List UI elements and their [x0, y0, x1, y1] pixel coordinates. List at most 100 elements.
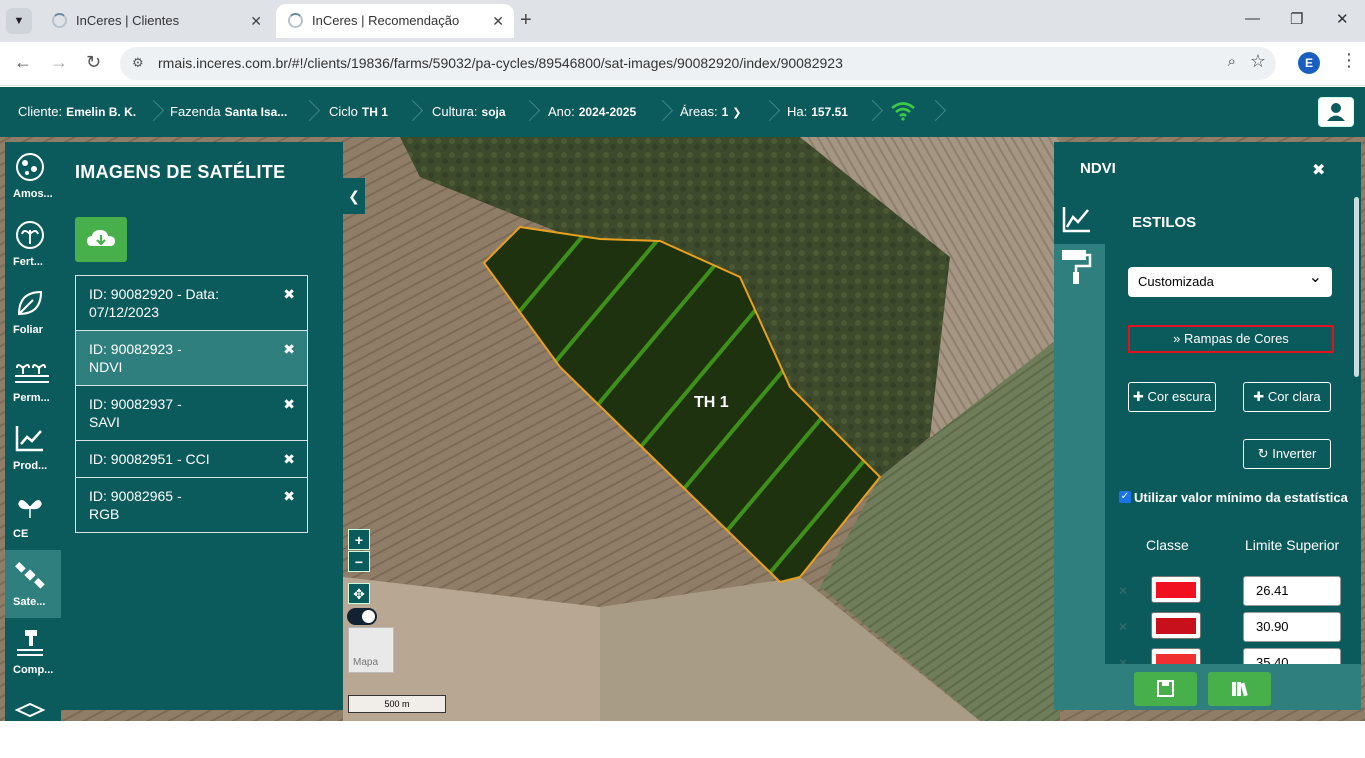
rail-item-foliar[interactable]: Foliar — [5, 278, 61, 346]
fazenda-value: Santa Isa... — [224, 105, 288, 119]
tab-recomendacao[interactable]: InCeres | Recomendação ✕ — [276, 4, 514, 38]
basemap-switcher[interactable]: Mapa — [348, 627, 394, 673]
remove-icon[interactable]: ✖ — [283, 340, 295, 358]
fazenda-label: Fazenda — [170, 104, 221, 119]
rail-item-perenes[interactable]: Perm... — [5, 346, 61, 414]
remove-class-icon[interactable]: ✕ — [1118, 584, 1128, 598]
cliente-label: Cliente: — [18, 104, 63, 119]
image-group-header[interactable]: ID: 90082920 - Data: 07/12/2023 ✖ — [75, 275, 308, 331]
tab-styles[interactable] — [1054, 244, 1105, 291]
browser-menu-icon[interactable]: ⋮ — [1340, 50, 1358, 71]
breadcrumb-separator — [928, 99, 940, 125]
ciclo-field[interactable]: Ciclo TH 1 — [329, 87, 388, 137]
areas-dropdown[interactable]: Áreas: 1 ❯ — [680, 87, 741, 138]
dark-color-button[interactable]: ✚ Cor escura — [1128, 382, 1216, 412]
url-text[interactable]: rmais.inceres.com.br/#!/clients/19836/fa… — [158, 47, 843, 80]
remove-icon[interactable]: ✖ — [283, 395, 295, 413]
satellite-images-panel: IMAGENS DE SATÉLITE ID: 90082920 - Data:… — [61, 142, 343, 710]
zoom-in-button[interactable]: + — [348, 529, 370, 550]
leaf-icon — [17, 290, 43, 316]
rail-item-fertilidade[interactable]: Fert... — [5, 210, 61, 278]
image-item-savi[interactable]: ID: 90082937 - SAVI ✖ — [75, 386, 308, 441]
panel-scrollbar[interactable] — [1354, 197, 1359, 377]
save-button[interactable] — [1134, 672, 1197, 706]
areas-value: 1 — [721, 105, 729, 119]
remove-icon[interactable]: ✖ — [283, 487, 295, 505]
back-arrow-icon[interactable]: ← — [14, 52, 32, 73]
image-item-cci[interactable]: ID: 90082951 - CCI ✖ — [75, 441, 308, 478]
books-icon — [1232, 682, 1248, 697]
light-color-label: Cor clara — [1267, 389, 1321, 404]
rail-label: Amos... — [13, 188, 53, 200]
library-button[interactable] — [1208, 672, 1271, 706]
invert-button[interactable]: ↻ Inverter — [1243, 439, 1331, 469]
minimize-icon[interactable]: — — [1245, 10, 1260, 27]
zoom-icon[interactable]: ⌕ — [1228, 53, 1236, 70]
url-input[interactable]: ⚙ rmais.inceres.com.br/#!/clients/19836/… — [120, 47, 1276, 80]
tab-clientes[interactable]: InCeres | Clientes ✕ — [40, 4, 272, 38]
areas-label: Áreas: — [680, 104, 718, 119]
tab-statistics[interactable] — [1054, 197, 1105, 244]
image-list: ID: 90082920 - Data: 07/12/2023 ✖ ID: 90… — [75, 275, 308, 533]
rail-item-amostras[interactable]: Amos... — [5, 142, 61, 210]
plus-icon: ✚ — [1132, 389, 1144, 404]
chevron-down-icon: ❯ — [732, 107, 742, 119]
rail-label: Comp... — [13, 664, 54, 676]
color-ramps-button[interactable]: » Rampas de Cores — [1128, 325, 1334, 353]
address-bar: ← → ↻ ⚙ rmais.inceres.com.br/#!/clients/… — [0, 42, 1365, 86]
style-select[interactable]: Customizada — [1128, 263, 1332, 297]
limit-input[interactable]: 30.90 — [1243, 612, 1341, 642]
dark-color-label: Cor escura — [1147, 389, 1212, 404]
rail-label: Perm... — [13, 392, 50, 404]
rail-item-satelite[interactable]: Sate... — [5, 550, 61, 618]
limit-input[interactable]: 35.40 — [1243, 648, 1341, 664]
ndvi-style-panel: NDVI ✖ ESTILOS Customizada » Rampas de C… — [1054, 142, 1361, 710]
reload-icon[interactable]: ↻ — [86, 52, 101, 73]
class-color-swatch[interactable] — [1151, 576, 1201, 603]
image-item-ndvi[interactable]: ID: 90082923 - NDVI ✖ — [75, 331, 308, 386]
rail-item-produtividade[interactable]: Prod... — [5, 414, 61, 482]
tab-search-dropdown[interactable]: ▼ — [6, 8, 32, 34]
module-rail: Amos... Fert... Foliar Perm... Prod... C… — [5, 142, 61, 721]
image-item-rgb[interactable]: ID: 90082965 - RGB ✖ — [75, 478, 308, 533]
profile-avatar[interactable]: E — [1298, 52, 1320, 74]
forward-arrow-icon[interactable]: → — [50, 52, 68, 73]
rail-item-layers[interactable] — [5, 690, 61, 758]
class-color-swatch[interactable] — [1151, 648, 1201, 664]
close-tab-icon[interactable]: ✕ — [492, 4, 504, 38]
pan-move-icon[interactable]: ✥ — [348, 583, 370, 604]
restore-icon[interactable]: ❐ — [1290, 10, 1303, 28]
cultura-field[interactable]: Cultura: soja — [432, 87, 506, 137]
breadcrumb-separator — [522, 99, 534, 125]
close-tab-icon[interactable]: ✕ — [250, 4, 262, 38]
limit-input[interactable]: 26.41 — [1243, 576, 1341, 606]
class-color-swatch[interactable] — [1151, 612, 1201, 639]
image-id: ID: 90082923 - — [89, 341, 182, 357]
ano-field[interactable]: Ano: 2024-2025 — [548, 87, 636, 137]
paint-roller-icon — [1062, 250, 1092, 284]
collapse-panel-button[interactable]: ❮ — [343, 178, 365, 214]
bookmark-star-icon[interactable]: ☆ — [1250, 51, 1266, 72]
close-icon[interactable]: ✖ — [1312, 160, 1325, 180]
remove-class-icon[interactable]: ✕ — [1118, 656, 1128, 664]
fazenda-field[interactable]: Fazenda Santa Isa... — [170, 87, 287, 137]
rail-item-compactacao[interactable]: Comp... — [5, 618, 61, 686]
light-color-button[interactable]: ✚ Cor clara — [1243, 382, 1331, 412]
remove-icon[interactable]: ✖ — [283, 285, 295, 303]
layers-icon — [14, 702, 46, 718]
download-button[interactable] — [75, 217, 127, 262]
user-icon — [1327, 103, 1345, 121]
cliente-field[interactable]: Cliente: Emelin B. K. — [18, 87, 136, 137]
ano-value: 2024-2025 — [578, 105, 637, 119]
new-tab-button[interactable]: + — [520, 8, 532, 32]
zoom-out-button[interactable]: − — [348, 551, 370, 572]
rail-item-ce[interactable]: CE — [5, 482, 61, 550]
user-menu-button[interactable] — [1318, 97, 1354, 127]
min-stat-checkbox[interactable]: ✓ — [1119, 491, 1131, 503]
remove-class-icon[interactable]: ✕ — [1118, 620, 1128, 634]
window-close-icon[interactable]: ✕ — [1336, 10, 1349, 28]
site-info-icon[interactable]: ⚙ — [132, 55, 144, 71]
invert-label: Inverter — [1272, 446, 1317, 461]
remove-icon[interactable]: ✖ — [283, 450, 295, 468]
layer-toggle[interactable] — [347, 608, 377, 625]
